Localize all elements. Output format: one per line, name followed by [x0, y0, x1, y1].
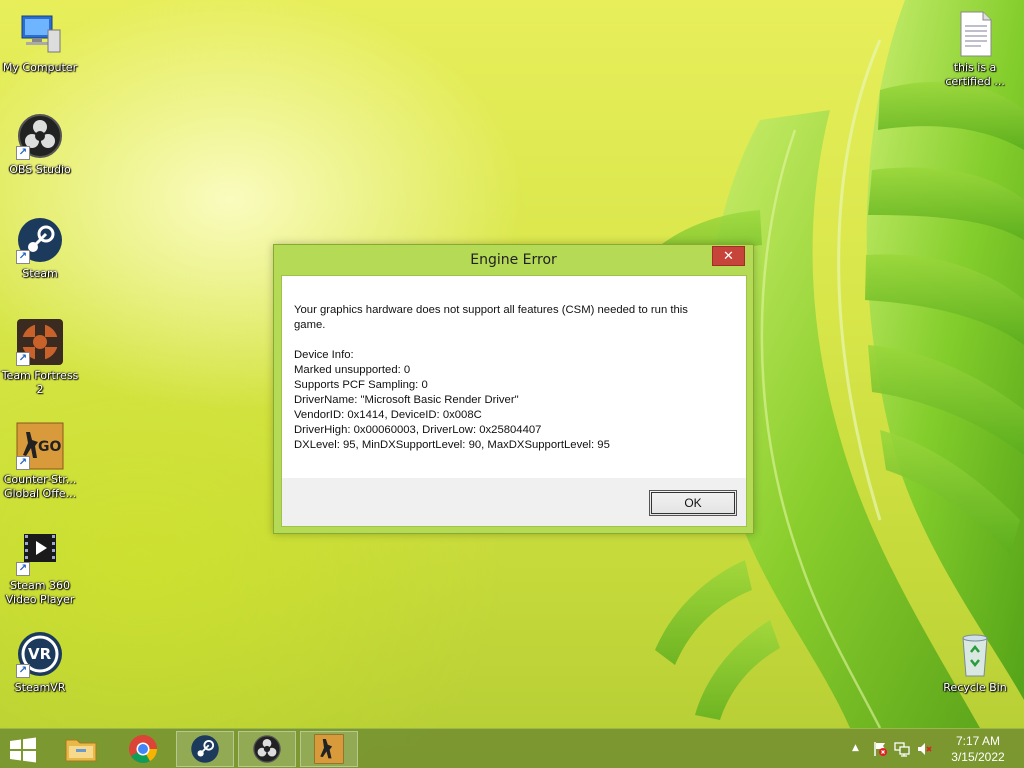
csgo-icon: [314, 734, 344, 764]
ok-button[interactable]: OK: [649, 490, 737, 516]
dialog-body: Your graphics hardware does not support …: [281, 275, 747, 527]
clock-time: 7:17 AM: [955, 734, 1001, 748]
desktop-icon-csgo[interactable]: GO ↗ Counter-Str... Global Offe...: [0, 422, 80, 501]
taskbar-obs[interactable]: [238, 731, 296, 767]
obs-icon: [253, 735, 281, 763]
steamvr-icon: VR ↗: [16, 630, 64, 678]
close-button[interactable]: ✕: [712, 246, 745, 266]
desktop-icon-label: OBS Studio: [9, 163, 71, 176]
desktop-icon-label: Recycle Bin: [943, 681, 1007, 694]
engine-error-dialog: Engine Error ✕ Your graphics hardware do…: [273, 244, 754, 534]
file-explorer-icon: [65, 739, 97, 762]
chrome-icon: [129, 735, 157, 763]
taskbar-steam[interactable]: [176, 731, 234, 767]
vr-badge: VR: [28, 645, 52, 663]
shortcut-arrow-icon: ↗: [16, 146, 30, 160]
desktop-icon-recycle-bin[interactable]: Recycle Bin: [935, 630, 1015, 695]
device-info-line: Marked unsupported: 0: [294, 364, 411, 376]
desktop-icon-my-computer[interactable]: My Computer: [0, 10, 80, 75]
device-info-line: DriverName: "Microsoft Basic Render Driv…: [294, 394, 519, 406]
clock-date: 3/15/2022: [951, 750, 1005, 764]
device-info-line: Device Info:: [294, 349, 354, 361]
device-info-line: Supports PCF Sampling: 0: [294, 379, 428, 391]
action-center-flag-icon[interactable]: [872, 741, 888, 757]
tray-chevron-icon[interactable]: ▲: [852, 743, 859, 753]
desktop-icon-steamvr[interactable]: VR ↗ SteamVR: [0, 630, 80, 695]
csgo-icon: GO ↗: [16, 422, 64, 470]
taskbar-chrome[interactable]: [114, 731, 172, 767]
video-player-icon: ↗: [16, 528, 64, 576]
desktop-icon-steam[interactable]: ↗ Steam: [0, 216, 80, 281]
team-fortress-icon: ↗: [16, 318, 64, 366]
desktop-icon-label: Steam 360 Video Player: [5, 579, 75, 606]
device-info-line: DriverHigh: 0x00060003, DriverLow: 0x258…: [294, 424, 542, 436]
start-button[interactable]: [8, 737, 38, 763]
obs-icon: ↗: [16, 112, 64, 160]
desktop-icon-label: SteamVR: [14, 681, 66, 694]
network-icon[interactable]: [894, 741, 910, 757]
shortcut-arrow-icon: ↗: [16, 562, 30, 576]
dialog-footer: OK: [282, 478, 746, 526]
steam-icon: ↗: [16, 216, 64, 264]
taskbar-file-explorer[interactable]: [52, 731, 110, 767]
desktop-icon-text-file[interactable]: this is a certified ...: [935, 10, 1015, 89]
csgo-badge: GO: [38, 439, 62, 455]
desktop-icon-label: this is a certified ...: [945, 61, 1005, 88]
message-line: game.: [294, 319, 326, 331]
desktop-icon-team-fortress-2[interactable]: ↗ Team Fortress 2: [0, 318, 80, 397]
text-file-icon: [951, 10, 999, 58]
taskbar: ▲ 7:17 AM 3/15/2022: [0, 728, 1024, 768]
shortcut-arrow-icon: ↗: [16, 456, 30, 470]
desktop-icon-label: Counter-Str... Global Offe...: [3, 473, 77, 500]
message-line: Your graphics hardware does not support …: [294, 304, 688, 316]
computer-icon: [16, 10, 64, 58]
desktop-icon-steam-360-video-player[interactable]: ↗ Steam 360 Video Player: [0, 528, 80, 607]
desktop-icon-label: Team Fortress 2: [1, 369, 79, 396]
device-info-line: DXLevel: 95, MinDXSupportLevel: 90, MaxD…: [294, 439, 610, 451]
dialog-title: Engine Error: [470, 252, 557, 268]
volume-muted-icon[interactable]: [916, 741, 932, 757]
shortcut-arrow-icon: ↗: [16, 352, 30, 366]
recycle-bin-icon: [951, 630, 999, 678]
system-tray: ▲ 7:17 AM 3/15/2022: [824, 729, 1024, 768]
desktop-icon-obs-studio[interactable]: ↗ OBS Studio: [0, 112, 80, 177]
shortcut-arrow-icon: ↗: [16, 664, 30, 678]
device-info-line: VendorID: 0x1414, DeviceID: 0x008C: [294, 409, 482, 421]
taskbar-csgo[interactable]: [300, 731, 358, 767]
desktop-icon-label: My Computer: [2, 61, 78, 74]
clock[interactable]: 7:17 AM 3/15/2022: [948, 733, 1008, 765]
steam-icon: [191, 735, 219, 763]
dialog-message: Your graphics hardware does not support …: [282, 276, 746, 453]
shortcut-arrow-icon: ↗: [16, 250, 30, 264]
desktop-icon-label: Steam: [22, 267, 58, 280]
start-icon: [10, 737, 36, 763]
